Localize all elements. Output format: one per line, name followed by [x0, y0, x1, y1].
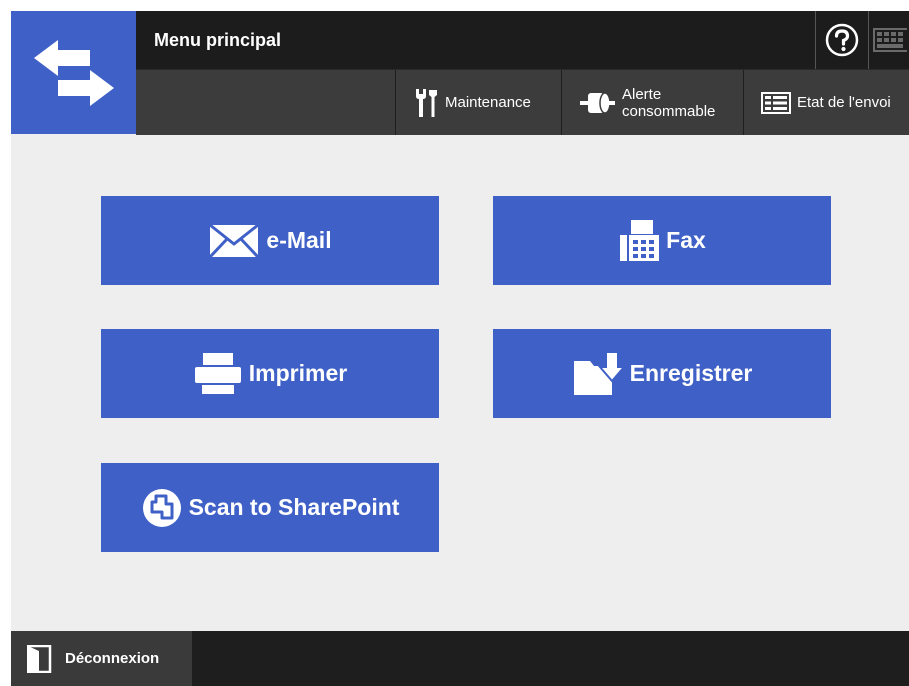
- title-bar: Menu principal: [136, 11, 909, 69]
- fax-label: Fax: [666, 227, 706, 253]
- print-button[interactable]: Imprimer: [101, 329, 439, 418]
- consumable-alert-line1: Alerte: [622, 85, 662, 103]
- envelope-icon: [209, 223, 260, 258]
- swap-arrows-icon: [33, 39, 114, 106]
- keyboard-button[interactable]: [869, 11, 909, 69]
- email-label: e-Mail: [266, 227, 332, 253]
- toner-roll-icon: [580, 91, 615, 114]
- toolbar: Maintenance Alerte consommable Etat de l…: [136, 69, 909, 135]
- scan-to-sharepoint-label: Scan to SharePoint: [188, 494, 400, 520]
- save-label: Enregistrer: [629, 360, 753, 386]
- home-logo-button[interactable]: [11, 11, 136, 134]
- consumable-alert-button[interactable]: Alerte consommable: [561, 70, 743, 135]
- printer-icon: [194, 352, 241, 394]
- sharepoint-icon: [142, 488, 181, 527]
- save-button[interactable]: Enregistrer: [493, 329, 831, 418]
- logout-label: Déconnexion: [65, 650, 160, 667]
- main-window: Menu principal Maintenance Alerte consom…: [11, 11, 909, 686]
- maintenance-button[interactable]: Maintenance: [395, 70, 561, 135]
- consumable-alert-label: Alerte consommable: [622, 86, 715, 120]
- logout-button[interactable]: Déconnexion: [11, 631, 192, 686]
- fax-machine-icon: [620, 219, 660, 261]
- fax-button[interactable]: Fax: [493, 196, 831, 285]
- print-label: Imprimer: [248, 360, 348, 386]
- help-button[interactable]: [815, 11, 869, 69]
- help-icon: [825, 23, 859, 57]
- keyboard-icon: [873, 28, 907, 52]
- consumable-alert-line2: consommable: [622, 102, 716, 120]
- wrench-screwdriver-icon: [416, 88, 437, 117]
- send-status-label: Etat de l'envoi: [797, 94, 891, 111]
- folder-download-icon: [573, 350, 624, 395]
- send-status-button[interactable]: Etat de l'envoi: [743, 70, 909, 135]
- email-button[interactable]: e-Mail: [101, 196, 439, 285]
- scan-to-sharepoint-button[interactable]: Scan to SharePoint: [101, 463, 439, 552]
- maintenance-label: Maintenance: [445, 94, 531, 111]
- footer-bar: Déconnexion: [11, 631, 909, 686]
- logout-door-icon: [27, 644, 52, 673]
- page-title: Menu principal: [154, 30, 282, 50]
- list-table-icon: [761, 91, 791, 114]
